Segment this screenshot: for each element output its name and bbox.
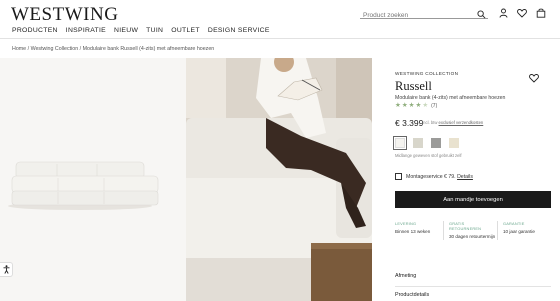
accessibility-button[interactable] <box>0 262 13 277</box>
search-bar[interactable] <box>360 4 488 23</box>
product-price: € 3.399 <box>395 118 424 128</box>
nav-inspiratie[interactable]: INSPIRATIE <box>66 27 106 34</box>
wishlist-icon[interactable] <box>517 5 527 23</box>
nav-outlet[interactable]: OUTLET <box>171 27 200 34</box>
star-icon: ★ <box>408 102 415 109</box>
swatch-1[interactable] <box>393 136 407 150</box>
main-nav: PRODUCTEN INSPIRATIE NIEUW TUIN OUTLET D… <box>12 27 270 34</box>
swatch-2[interactable] <box>413 138 423 148</box>
westwing-logo[interactable]: WESTWING <box>11 4 118 26</box>
assembly-service[interactable]: Montageservice € 79. Details <box>395 173 473 180</box>
accordion-product-details[interactable]: Productdetails <box>395 292 551 301</box>
review-count[interactable]: (7) <box>431 103 437 109</box>
half-star-icon: ★ <box>422 102 429 109</box>
search-input[interactable] <box>360 8 470 23</box>
breadcrumb-current: Modulaire bank Russell (4-zits) met afne… <box>82 46 215 52</box>
assembly-label: Montageservice € 79. <box>406 173 456 180</box>
wishlist-heart-icon[interactable] <box>529 70 539 88</box>
warranty-info: GARANTIE 10 jaar garantie <box>497 221 551 241</box>
nav-tuin[interactable]: TUIN <box>146 27 163 34</box>
returns-info: GRATIS RETOURNEREN 30 dagen retourtermij… <box>443 221 497 241</box>
brand-label[interactable]: WESTWING COLLECTION <box>395 71 458 76</box>
product-subtitle: Modulaire bank (4-zits) met afneembare h… <box>395 95 506 101</box>
assembly-checkbox[interactable] <box>395 173 402 180</box>
breadcrumb-home[interactable]: Home <box>12 46 26 52</box>
search-icon[interactable] <box>477 6 486 24</box>
swatch-3[interactable] <box>431 138 441 148</box>
swatch-note: Midlange geweven stof gebruikt zelf <box>395 153 462 158</box>
breadcrumb-collection[interactable]: Westwing Collection <box>31 46 79 52</box>
accordion-dimensions[interactable]: Afmeting <box>395 273 551 287</box>
header-divider <box>0 38 560 39</box>
color-swatches <box>393 136 459 150</box>
account-icon[interactable] <box>499 5 508 23</box>
header: WESTWING PRODUCTEN INSPIRATIE NIEUW TUIN… <box>0 0 560 42</box>
breadcrumb: Home / Westwing Collection / Modulaire b… <box>12 46 215 52</box>
delivery-info: LEVERING Binnen 13 weken <box>395 221 431 235</box>
star-icon: ★ <box>395 102 401 109</box>
add-to-cart-button[interactable]: Aan mandje toevoegen <box>395 191 551 208</box>
nav-producten[interactable]: PRODUCTEN <box>12 27 58 34</box>
price-note: Incl. btw exclusief verzendkosten <box>422 120 484 125</box>
star-icon: ★ <box>415 102 422 109</box>
product-title: Russell <box>395 79 432 93</box>
cart-icon[interactable] <box>536 5 546 23</box>
assembly-details-link[interactable]: Details <box>457 174 473 180</box>
info-columns: LEVERING Binnen 13 weken GRATIS RETOURNE… <box>395 221 551 241</box>
shipping-costs-link[interactable]: exclusief verzendkosten <box>439 120 484 125</box>
product-image-main[interactable] <box>0 58 186 301</box>
nav-nieuw[interactable]: NIEUW <box>114 27 138 34</box>
star-icon: ★ <box>401 102 408 109</box>
accessibility-icon <box>3 261 10 279</box>
nav-design-service[interactable]: DESIGN SERVICE <box>208 27 270 34</box>
swatch-4[interactable] <box>449 138 459 148</box>
product-image-lifestyle[interactable] <box>186 58 372 301</box>
rating[interactable]: ★ ★ ★ ★ ★ (7) <box>395 102 437 110</box>
